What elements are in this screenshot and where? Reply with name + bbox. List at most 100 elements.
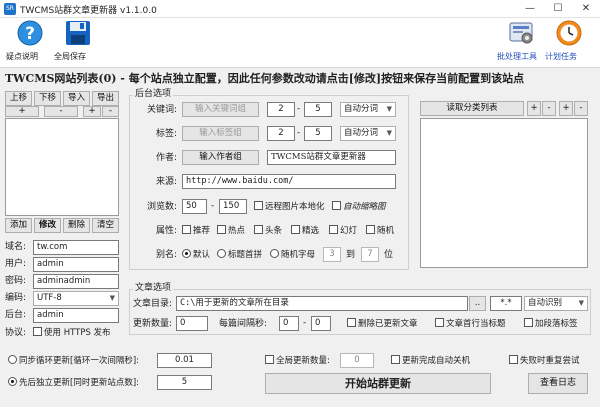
- interval-range-dash: -: [303, 318, 307, 328]
- article-encoding-select[interactable]: 自动识别 ▼: [524, 296, 588, 311]
- user-input[interactable]: admin: [33, 257, 119, 272]
- author-group-button[interactable]: 输入作者组: [182, 150, 259, 165]
- import-button[interactable]: 导入: [63, 91, 90, 106]
- alias-random-radio[interactable]: 随机字母: [270, 249, 315, 261]
- alias-to-input[interactable]: 7: [361, 247, 379, 262]
- domain-input[interactable]: tw.com: [33, 240, 119, 255]
- article-encoding-value: 自动识别: [528, 298, 563, 308]
- tag-mode-select[interactable]: 自动分词 ▼: [340, 126, 396, 141]
- sync-loop-radio[interactable]: 同步循环更新[循环一次间隔秒]:: [8, 355, 139, 367]
- article-dir-label: 文章目录:: [133, 299, 173, 309]
- alias-default-radio[interactable]: 默认: [182, 249, 210, 261]
- keyword-max-input[interactable]: 5: [304, 102, 332, 117]
- tag-min-input[interactable]: 2: [267, 126, 295, 141]
- clear-sites-button[interactable]: 清空: [92, 218, 119, 233]
- list-expand-mini-button[interactable]: +: [83, 106, 101, 117]
- article-dir-input[interactable]: C:\用于更新的文章所在目录: [176, 296, 468, 311]
- alias-unit-label: 位: [384, 250, 394, 260]
- password-input[interactable]: adminadmin: [33, 274, 119, 289]
- category-remove-mini-button[interactable]: -: [542, 101, 556, 116]
- auto-thumbnail-checkbox[interactable]: 自动缩略图: [332, 201, 386, 213]
- global-count-checkbox[interactable]: 全局更新数量:: [265, 355, 330, 367]
- category-listbox[interactable]: [420, 118, 588, 268]
- backend-input[interactable]: admin: [33, 308, 119, 323]
- first-line-title-checkbox[interactable]: 文章首行当标题: [435, 318, 506, 330]
- modify-site-button[interactable]: 修改: [34, 218, 61, 233]
- checkbox-icon: [366, 225, 375, 234]
- tag-max-input[interactable]: 5: [304, 126, 332, 141]
- delete-site-button[interactable]: 删除: [63, 218, 90, 233]
- https-checkbox[interactable]: 使用 HTTPS 发布: [33, 327, 111, 339]
- views-min-input[interactable]: 50: [182, 199, 207, 214]
- attr-recommend-checkbox[interactable]: 推荐: [182, 225, 210, 237]
- sync-interval-input[interactable]: 0.01: [157, 353, 212, 368]
- global-count-input[interactable]: 0: [340, 353, 374, 368]
- toolbar: ? 疑点说明 全局保存 批处理工具 计划任务: [0, 18, 600, 68]
- keyword-mode-select[interactable]: 自动分词 ▼: [340, 102, 396, 117]
- source-input[interactable]: http://www.baidu.com/: [182, 174, 396, 189]
- interval-max-input[interactable]: 0: [311, 316, 331, 331]
- view-log-button[interactable]: 查看日志: [528, 373, 588, 394]
- retry-on-fail-checkbox[interactable]: 失败时重复尝试: [509, 355, 580, 367]
- author-input[interactable]: TWCMS站群文章更新器: [267, 150, 396, 165]
- save-all-label: 全局保存: [54, 52, 86, 61]
- page-heading: TWCMS网站列表(0) - 每个站点独立配置，因此任何参数改动请点击[修改]按…: [5, 72, 525, 85]
- auto-shutdown-label: 更新完成自动关机: [402, 356, 471, 366]
- backend-options-title: 后台选项: [133, 89, 174, 100]
- scheduled-task-button[interactable]: 计划任务: [545, 20, 593, 61]
- site-listbox[interactable]: [5, 118, 119, 216]
- list-remove-mini-button[interactable]: -: [44, 106, 78, 117]
- list-add-mini-button[interactable]: +: [5, 106, 39, 117]
- checkbox-icon: [391, 355, 400, 364]
- checkbox-icon: [182, 225, 191, 234]
- help-button[interactable]: ? 疑点说明: [6, 20, 54, 61]
- update-count-input[interactable]: 0: [176, 316, 208, 331]
- export-button[interactable]: 导出: [92, 91, 119, 106]
- attr-random-checkbox[interactable]: 随机: [366, 225, 394, 237]
- close-button[interactable]: ✕: [572, 1, 600, 17]
- checkbox-icon: [33, 327, 42, 336]
- batch-tool-button[interactable]: 批处理工具: [497, 20, 545, 61]
- list-collapse-mini-button[interactable]: -: [102, 106, 119, 117]
- add-site-button[interactable]: 添加: [5, 218, 32, 233]
- auto-shutdown-checkbox[interactable]: 更新完成自动关机: [391, 355, 470, 367]
- file-ext-input[interactable]: *.*: [490, 296, 522, 311]
- localize-images-checkbox[interactable]: 远程图片本地化: [254, 201, 325, 213]
- start-update-button[interactable]: 开始站群更新: [265, 373, 491, 394]
- category-add-mini-button[interactable]: +: [527, 101, 541, 116]
- minimize-button[interactable]: —: [516, 1, 544, 17]
- alias-from-input[interactable]: 3: [323, 247, 341, 262]
- category-collapse-mini-button[interactable]: -: [574, 101, 588, 116]
- attributes-label: 属性:: [155, 226, 177, 236]
- category-expand-mini-button[interactable]: +: [559, 101, 573, 116]
- delete-updated-checkbox[interactable]: 删除已更新文章: [347, 318, 418, 330]
- window-title: TWCMS站群文章更新器 v1.1.0.0: [20, 6, 157, 16]
- alias-pinyin-radio[interactable]: 标题首拼: [217, 249, 262, 261]
- attr-headline-checkbox[interactable]: 头条: [254, 225, 282, 237]
- concurrent-sites-input[interactable]: 5: [157, 375, 212, 390]
- keyword-group-button[interactable]: 输入关键词组: [182, 102, 259, 117]
- save-all-button[interactable]: 全局保存: [54, 20, 102, 61]
- radio-icon: [270, 249, 279, 258]
- tag-group-button[interactable]: 输入标签组: [182, 126, 259, 141]
- browse-dir-button[interactable]: ..: [469, 296, 486, 311]
- independent-update-radio[interactable]: 先后独立更新[同时更新站点数]:: [8, 377, 139, 389]
- paragraph-tag-checkbox[interactable]: 加段落标签: [524, 318, 578, 330]
- read-categories-button[interactable]: 读取分类列表: [420, 101, 524, 116]
- attr-featured-checkbox[interactable]: 精选: [291, 225, 319, 237]
- radio-selected-icon: [182, 249, 191, 258]
- move-up-button[interactable]: 上移: [5, 91, 32, 106]
- keyword-min-input[interactable]: 2: [267, 102, 295, 117]
- checkbox-icon: [347, 318, 356, 327]
- interval-min-input[interactable]: 0: [279, 316, 299, 331]
- encoding-select[interactable]: UTF-8 ▼: [33, 291, 119, 306]
- batch-tool-label: 批处理工具: [497, 52, 537, 61]
- views-max-input[interactable]: 150: [219, 199, 247, 214]
- interval-label: 每篇间隔秒:: [219, 319, 268, 329]
- move-down-button[interactable]: 下移: [34, 91, 61, 106]
- attr-hot-checkbox[interactable]: 热点: [217, 225, 245, 237]
- maximize-button[interactable]: ☐: [544, 1, 572, 17]
- attr-slide-checkbox[interactable]: 幻灯: [329, 225, 357, 237]
- alias-pinyin-label: 标题首拼: [228, 250, 263, 260]
- checkbox-icon: [332, 201, 341, 210]
